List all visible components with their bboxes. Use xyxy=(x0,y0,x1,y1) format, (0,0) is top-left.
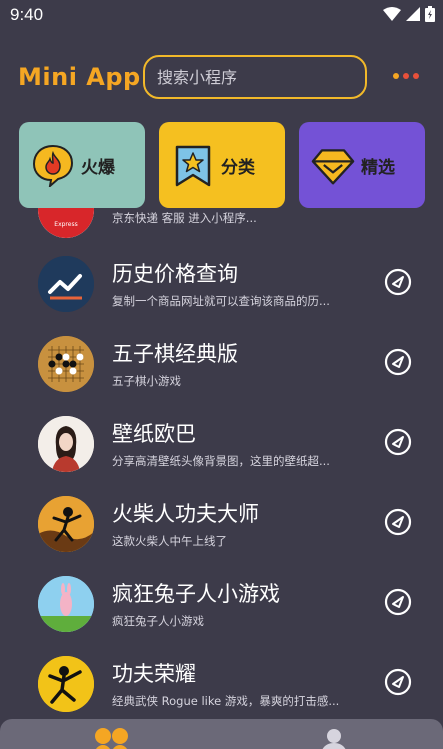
search-box[interactable] xyxy=(143,55,367,99)
home-grid-icon[interactable] xyxy=(94,727,130,749)
status-bar: 9:40 xyxy=(0,0,443,30)
open-icon[interactable] xyxy=(384,668,412,696)
list-item[interactable]: 功夫荣耀 经典武侠 Rogue like 游戏，暴爽的打击感... xyxy=(0,646,443,719)
item-desc: 经典武侠 Rogue like 游戏，暴爽的打击感... xyxy=(112,694,340,708)
open-icon[interactable] xyxy=(384,268,412,296)
wallpaper-avatar xyxy=(38,416,94,472)
kungfu-avatar xyxy=(38,656,94,712)
item-title: 火柴人功夫大师 xyxy=(112,502,259,526)
category-label: 火爆 xyxy=(81,157,115,178)
category-label: 精选 xyxy=(361,157,395,178)
item-title: 五子棋经典版 xyxy=(112,342,238,366)
fire-icon xyxy=(31,143,75,187)
dot-icon xyxy=(403,73,409,79)
express-avatar: Express xyxy=(38,208,94,238)
item-desc: 五子棋小游戏 xyxy=(112,374,181,388)
item-title: 壁纸欧巴 xyxy=(112,422,196,446)
item-desc: 疯狂兔子人小游戏 xyxy=(112,614,204,628)
category-featured[interactable]: 精选 xyxy=(299,122,425,208)
app-logo: Mini App xyxy=(18,63,141,91)
wifi-icon xyxy=(383,7,401,21)
signal-icon xyxy=(406,7,420,21)
item-title: 历史价格查询 xyxy=(112,262,238,286)
item-desc: 分享高清壁纸头像背景图，这里的壁纸超... xyxy=(112,454,330,468)
item-desc: 复制一个商品网址就可以查询该商品的历... xyxy=(112,294,330,308)
app-screen: 9:40 Mini App 搜索小程序 Express 京东快递 客服 进入小程… xyxy=(0,0,443,749)
gomoku-avatar xyxy=(38,336,94,392)
dot-icon xyxy=(413,73,419,79)
price-chart-avatar xyxy=(38,256,94,312)
item-title: 功夫荣耀 xyxy=(112,662,196,686)
svg-text:Express: Express xyxy=(54,221,77,228)
category-label: 分类 xyxy=(221,157,255,178)
list-item[interactable]: 历史价格查询 复制一个商品网址就可以查询该商品的历... xyxy=(0,246,443,326)
item-title: 疯狂兔子人小游戏 xyxy=(112,582,280,606)
status-icons xyxy=(383,6,435,22)
category-hot[interactable]: 火爆 xyxy=(19,122,145,208)
open-icon[interactable] xyxy=(384,508,412,536)
open-icon[interactable] xyxy=(384,348,412,376)
bottom-nav xyxy=(0,719,443,749)
list-item[interactable]: 五子棋经典版 五子棋小游戏 xyxy=(0,326,443,406)
status-time: 9:40 xyxy=(10,5,44,24)
list-item[interactable]: 壁纸欧巴 分享高清壁纸头像背景图，这里的壁纸超... xyxy=(0,406,443,486)
battery-icon xyxy=(425,6,435,22)
profile-icon[interactable] xyxy=(318,727,348,749)
rabbit-avatar xyxy=(38,576,94,632)
item-desc: 京东快递 客服 进入小程序... xyxy=(112,211,257,225)
open-icon[interactable] xyxy=(384,588,412,616)
search-input[interactable] xyxy=(145,57,365,97)
list-item[interactable]: 火柴人功夫大师 这款火柴人中午上线了 xyxy=(0,486,443,566)
stickman-avatar xyxy=(38,496,94,552)
open-icon[interactable] xyxy=(384,428,412,456)
more-menu-button[interactable] xyxy=(393,73,419,79)
bookmark-star-icon xyxy=(171,143,215,187)
list-item[interactable]: 疯狂兔子人小游戏 疯狂兔子人小游戏 xyxy=(0,566,443,646)
diamond-icon xyxy=(311,143,355,187)
category-classify[interactable]: 分类 xyxy=(159,122,285,208)
mini-program-list: Express 京东快递 客服 进入小程序... 历史价格查询 复制一个商品网址… xyxy=(0,208,443,719)
dot-icon xyxy=(393,73,399,79)
item-desc: 这款火柴人中午上线了 xyxy=(112,534,227,548)
